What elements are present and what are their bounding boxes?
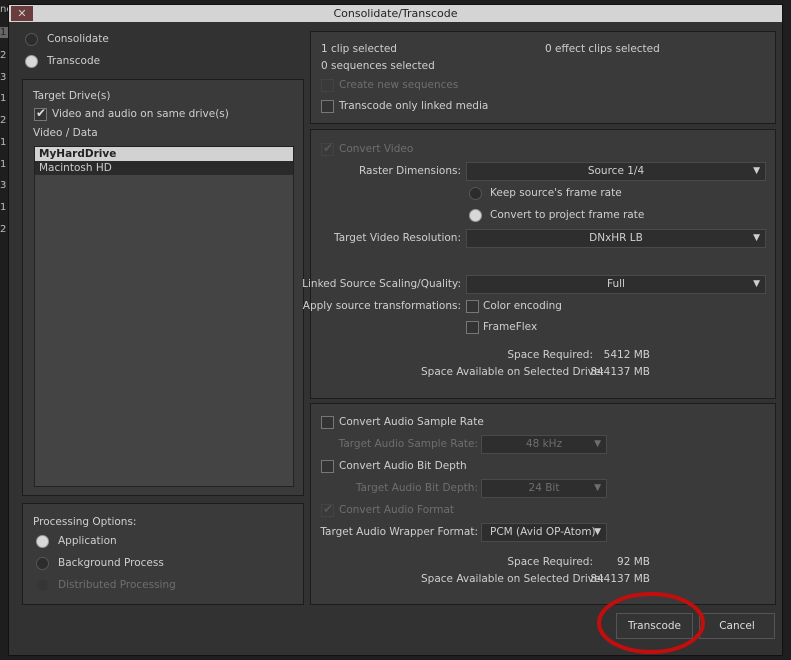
highlight-circle-annotation	[597, 592, 705, 654]
annotation-layer	[597, 592, 705, 654]
